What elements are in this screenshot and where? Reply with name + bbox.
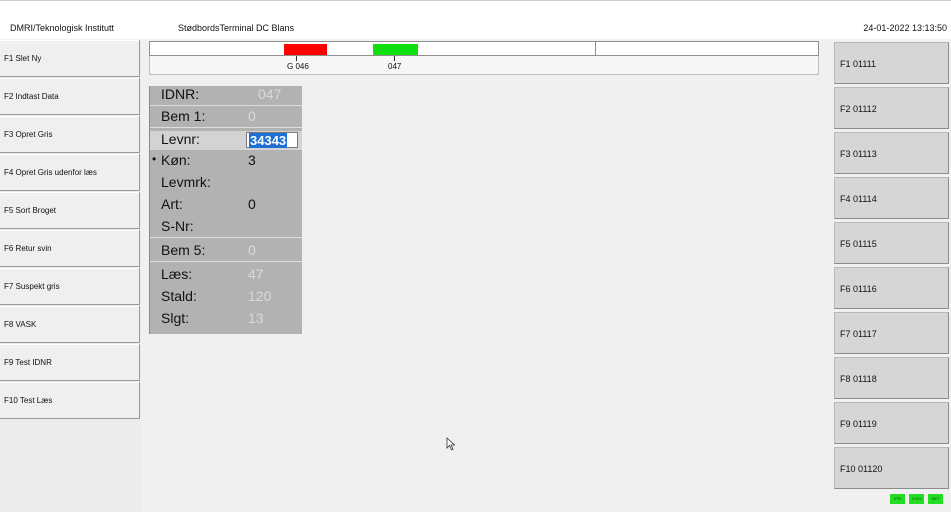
f7-suspekt-gris-button[interactable]: F7 Suspekt gris bbox=[0, 268, 140, 305]
bem5-label: Bem 5: bbox=[161, 242, 206, 258]
f9-test-idnr-button[interactable]: F9 Test IDNR bbox=[0, 344, 140, 381]
laes-value: 47 bbox=[248, 266, 264, 282]
snr-label: S-Nr: bbox=[161, 218, 194, 234]
ruler-label-047: 047 bbox=[388, 62, 402, 71]
header-bar: DMRI/Teknologisk Institutt StødbordsTerm… bbox=[0, 0, 951, 39]
kon-value: 3 bbox=[248, 152, 256, 168]
ruler-label-g046: G 046 bbox=[287, 62, 309, 71]
art-label: Art: bbox=[161, 196, 183, 212]
levnr-row: Levnr: 34343 bbox=[150, 131, 302, 150]
stald-label: Stald: bbox=[161, 288, 197, 304]
idnr-label: IDNR: bbox=[161, 86, 200, 102]
status-indicator-ipn: IPN bbox=[890, 494, 905, 504]
main-area: G 046 047 IDNR: 047 Bem 1: 0 Levnr: 3434… bbox=[141, 40, 832, 500]
levnr-selected-text: 34343 bbox=[249, 133, 288, 148]
kon-row: • Køn: 3 bbox=[150, 152, 302, 171]
f2-indtast-data-button[interactable]: F2 Indtast Data bbox=[0, 78, 140, 115]
current-field-marker: • bbox=[152, 152, 157, 166]
f1-01111-button[interactable]: F1 01111 bbox=[834, 42, 949, 84]
f6-retur-svin-button[interactable]: F6 Retur svin bbox=[0, 230, 140, 267]
slgt-row: Slgt: 13 bbox=[150, 310, 302, 329]
stald-row: Stald: 120 bbox=[150, 288, 302, 307]
f10-test-laes-button[interactable]: F10 Test Læs bbox=[0, 382, 140, 419]
kon-label: Køn: bbox=[161, 152, 191, 168]
f3-opret-gris-button[interactable]: F3 Opret Gris bbox=[0, 116, 140, 153]
f2-01112-button[interactable]: F2 01112 bbox=[834, 87, 949, 129]
org-label: DMRI/Teknologisk Institutt bbox=[10, 23, 115, 33]
ruler-segment-green bbox=[373, 44, 418, 55]
f1-slet-ny-button[interactable]: F1 Slet Ny bbox=[0, 40, 140, 77]
status-indicator-net: NET bbox=[928, 494, 943, 504]
f8-vask-button[interactable]: F8 VASK bbox=[0, 306, 140, 343]
f4-01114-button[interactable]: F4 01114 bbox=[834, 177, 949, 219]
mouse-pointer-icon bbox=[446, 437, 456, 451]
right-function-keys: F1 01111 F2 01112 F3 01113 F4 01114 F5 0… bbox=[832, 40, 951, 512]
position-ruler bbox=[149, 41, 819, 56]
f7-01117-button[interactable]: F7 01117 bbox=[834, 312, 949, 354]
f8-01118-button[interactable]: F8 01118 bbox=[834, 357, 949, 399]
f9-01119-button[interactable]: F9 01119 bbox=[834, 402, 949, 444]
bem5-row: Bem 5: 0 bbox=[150, 242, 302, 262]
ruler-segment-red bbox=[284, 44, 327, 55]
f5-sort-broget-button[interactable]: F5 Sort Broget bbox=[0, 192, 140, 229]
stald-value: 120 bbox=[248, 288, 272, 304]
pig-info-panel: IDNR: 047 Bem 1: 0 Levnr: 34343 • Køn: 3… bbox=[149, 86, 302, 334]
snr-row: S-Nr: bbox=[150, 218, 302, 238]
levmrk-label: Levmrk: bbox=[161, 174, 211, 190]
levmrk-row: Levmrk: bbox=[150, 174, 302, 193]
f10-01120-button[interactable]: F10 01120 bbox=[834, 447, 949, 489]
levnr-label: Levnr: bbox=[161, 131, 200, 147]
terminal-title: StødbordsTerminal DC Blans bbox=[178, 23, 295, 33]
ruler-tick bbox=[296, 56, 297, 61]
laes-label: Læs: bbox=[161, 266, 193, 282]
idnr-row: IDNR: 047 bbox=[150, 86, 302, 106]
datetime-label: 24-01-2022 13:13:50 bbox=[863, 23, 947, 33]
slgt-value: 13 bbox=[248, 310, 264, 326]
levnr-input[interactable]: 34343 bbox=[246, 132, 298, 148]
f3-01113-button[interactable]: F3 01113 bbox=[834, 132, 949, 174]
slgt-label: Slgt: bbox=[161, 310, 190, 326]
bem1-label: Bem 1: bbox=[161, 108, 206, 124]
ruler-divider bbox=[595, 42, 596, 55]
bem1-row: Bem 1: 0 bbox=[150, 108, 302, 128]
ruler-tick bbox=[394, 56, 395, 61]
ruler-scale: G 046 047 bbox=[149, 56, 819, 75]
f4-opret-gris-udenfor-laes-button[interactable]: F4 Opret Gris udenfor læs bbox=[0, 154, 140, 191]
status-indicator-con: CON bbox=[909, 494, 924, 504]
art-value: 0 bbox=[248, 196, 256, 212]
bem5-value: 0 bbox=[248, 242, 256, 258]
idnr-value: 047 bbox=[258, 86, 282, 102]
art-row: Art: 0 bbox=[150, 196, 302, 215]
f6-01116-button[interactable]: F6 01116 bbox=[834, 267, 949, 309]
bem1-value: 0 bbox=[248, 108, 256, 124]
f5-01115-button[interactable]: F5 01115 bbox=[834, 222, 949, 264]
left-function-keys: F1 Slet Ny F2 Indtast Data F3 Opret Gris… bbox=[0, 40, 141, 512]
laes-row: Læs: 47 bbox=[150, 266, 302, 285]
